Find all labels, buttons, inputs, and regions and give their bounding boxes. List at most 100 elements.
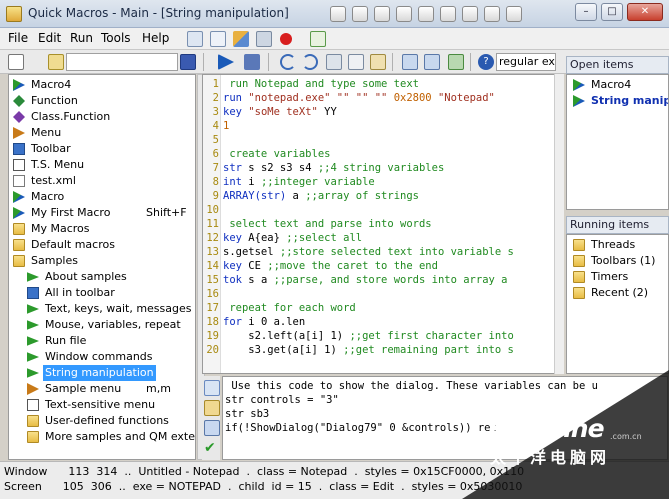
tree-item[interactable]: Text, keys, wait, messages bbox=[9, 301, 195, 317]
code-line[interactable]: 18 for i 0 a.len bbox=[203, 315, 563, 329]
code-line[interactable]: 16 bbox=[203, 287, 563, 301]
tree-item[interactable]: Window commands bbox=[9, 349, 195, 365]
tree-item[interactable]: test.xml bbox=[9, 173, 195, 189]
edit-icon[interactable] bbox=[204, 400, 220, 416]
save-icon[interactable] bbox=[180, 54, 196, 70]
tree-item[interactable]: All in toolbar bbox=[9, 285, 195, 301]
tree-item[interactable]: Function bbox=[9, 93, 195, 109]
tree-item[interactable]: Class.Function bbox=[9, 109, 195, 125]
tree-item[interactable]: Text-sensitive menu bbox=[9, 397, 195, 413]
color-picker-icon[interactable] bbox=[506, 6, 522, 22]
tree-item[interactable]: My First Macro Shift+F bbox=[9, 205, 195, 221]
minimize-button[interactable]: – bbox=[575, 3, 597, 21]
menu-edit[interactable]: Edit bbox=[38, 31, 61, 45]
indent-icon[interactable] bbox=[402, 54, 418, 70]
run-to-icon[interactable] bbox=[244, 54, 260, 70]
tree-item[interactable]: Default macros bbox=[9, 237, 195, 253]
tree-item-label: Samples bbox=[31, 254, 78, 267]
ts-menu-icon bbox=[27, 399, 39, 411]
code-line[interactable]: 15 tok s a ;;parse, and store words into … bbox=[203, 273, 563, 287]
menu-tools[interactable]: Tools bbox=[101, 31, 131, 45]
code-line[interactable]: 9 ARRAY(str) a ;;array of strings bbox=[203, 189, 563, 203]
run-icon[interactable] bbox=[484, 6, 500, 22]
tree-item[interactable]: Samples bbox=[9, 253, 195, 269]
help-icon[interactable]: ? bbox=[478, 54, 494, 70]
arrow-icon bbox=[27, 352, 39, 362]
status-window-line: Window 113 314 .. Untitled - Notepad . c… bbox=[4, 465, 525, 478]
item-combo[interactable] bbox=[66, 53, 178, 71]
pen-icon[interactable] bbox=[330, 6, 346, 22]
menu-run[interactable]: Run bbox=[70, 31, 93, 45]
tree-item[interactable]: About samples bbox=[9, 269, 195, 285]
cut-icon[interactable] bbox=[326, 54, 342, 70]
tree-item[interactable]: Macro4 bbox=[9, 77, 195, 93]
outdent-icon[interactable] bbox=[424, 54, 440, 70]
editor-scrollbar[interactable] bbox=[554, 74, 564, 374]
run-macro-icon[interactable] bbox=[218, 54, 234, 70]
code-line[interactable]: 17 repeat for each word bbox=[203, 301, 563, 315]
menu-help[interactable]: Help bbox=[142, 31, 169, 45]
copy-icon[interactable] bbox=[348, 54, 364, 70]
code-line[interactable]: 13 s.getsel ;;store selected text into va… bbox=[203, 245, 563, 259]
code-line[interactable]: 14 key CE ;;move the caret to the end bbox=[203, 259, 563, 273]
running-item-label: Timers bbox=[591, 270, 629, 283]
code-line[interactable]: 20 s3.get(a[i] 1) ;;get remaining part i… bbox=[203, 343, 563, 357]
undo-icon[interactable] bbox=[280, 54, 296, 70]
tree-item[interactable]: String manipulation bbox=[9, 365, 195, 381]
code-line[interactable]: 3 key "soMe teXt" YY bbox=[203, 105, 563, 119]
tree-item-label: Toolbar bbox=[31, 142, 71, 155]
tree-item[interactable]: Mouse, variables, repeat bbox=[9, 317, 195, 333]
code-editor[interactable]: 1 run Notepad and type some text 2 run "no… bbox=[202, 74, 564, 374]
tree-item[interactable]: User-defined functions bbox=[9, 413, 195, 429]
image-icon[interactable] bbox=[462, 6, 478, 22]
menu-file[interactable]: File bbox=[8, 31, 28, 45]
check-icon[interactable]: ✔ bbox=[204, 440, 220, 456]
line-number: 13 bbox=[206, 246, 219, 258]
code-line[interactable]: 5 bbox=[203, 133, 563, 147]
running-items-list[interactable]: Threads Toolbars (1) Timers Recent (2) bbox=[566, 234, 669, 374]
code-line[interactable]: 11 select text and parse into words bbox=[203, 217, 563, 231]
redo-icon[interactable] bbox=[302, 54, 318, 70]
window-icon[interactable] bbox=[418, 6, 434, 22]
tree-item-label: test.xml bbox=[31, 174, 76, 187]
code-line[interactable]: 41 bbox=[203, 119, 563, 133]
code-line[interactable]: 8 int i ;;integer variable bbox=[203, 175, 563, 189]
find-icon[interactable] bbox=[187, 31, 203, 47]
code-line[interactable]: 7 str s s2 s3 s4 ;;4 string variables bbox=[203, 161, 563, 175]
paste-icon[interactable] bbox=[370, 54, 386, 70]
tree-item[interactable]: Sample menu m,m bbox=[9, 381, 195, 397]
tree-item[interactable]: Macro bbox=[9, 189, 195, 205]
code-line[interactable]: 10 bbox=[203, 203, 563, 217]
macro-tree[interactable]: Macro4 Function Class.Function Menu Toolbar T… bbox=[8, 74, 196, 460]
line-number: 7 bbox=[212, 162, 219, 174]
tree-item[interactable]: My Macros bbox=[9, 221, 195, 237]
magnifier-icon[interactable] bbox=[204, 380, 220, 396]
new-icon[interactable] bbox=[8, 54, 24, 70]
close-button[interactable]: ✕ bbox=[627, 3, 663, 21]
copy-output-icon[interactable] bbox=[204, 420, 220, 436]
open-items-list[interactable]: Macro4 String manip bbox=[566, 74, 669, 210]
code-line[interactable]: 1 run Notepad and type some text bbox=[203, 77, 563, 91]
tree-item[interactable]: More samples and QM exte bbox=[9, 429, 195, 445]
gear-icon[interactable] bbox=[396, 6, 412, 22]
maximize-button[interactable]: □ bbox=[601, 3, 623, 21]
properties-small-icon[interactable] bbox=[48, 54, 64, 70]
tree-item[interactable]: T.S. Menu bbox=[9, 157, 195, 173]
code-line[interactable]: 6 create variables bbox=[203, 147, 563, 161]
code-line[interactable]: 12 key A{ea} ;;select all bbox=[203, 231, 563, 245]
chart-icon[interactable] bbox=[310, 31, 326, 47]
code-line[interactable]: 2 run "notepad.exe" "" "" "" 0x2800 "Note… bbox=[203, 91, 563, 105]
tree-item[interactable]: Toolbar bbox=[9, 141, 195, 157]
tree-item[interactable]: Menu bbox=[9, 125, 195, 141]
mouse-icon[interactable] bbox=[374, 6, 390, 22]
options-icon[interactable] bbox=[210, 31, 226, 47]
settings-icon[interactable] bbox=[256, 31, 272, 47]
image-search-icon[interactable] bbox=[440, 6, 456, 22]
record-icon[interactable] bbox=[280, 33, 292, 45]
eraser-icon[interactable] bbox=[352, 6, 368, 22]
code-line[interactable]: 19 s2.left(a[i] 1) ;;get first character… bbox=[203, 329, 563, 343]
find-combo[interactable]: regular exp bbox=[496, 53, 556, 71]
tree-item[interactable]: Run file bbox=[9, 333, 195, 349]
comment-icon[interactable] bbox=[448, 54, 464, 70]
properties-icon[interactable] bbox=[233, 31, 249, 47]
